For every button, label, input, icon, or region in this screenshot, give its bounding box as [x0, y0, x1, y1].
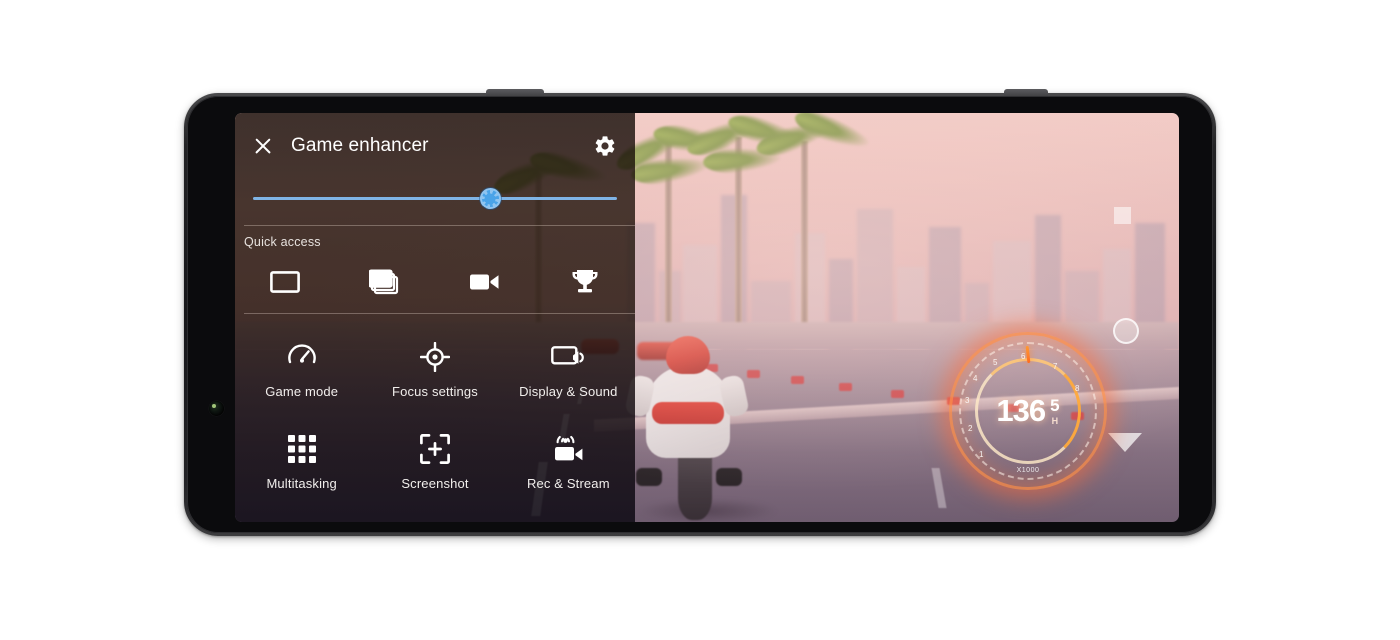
gear-indicator: 5 H: [1050, 397, 1059, 426]
menu-item-multitasking[interactable]: Multitasking: [235, 417, 368, 509]
menu-label: Screenshot: [401, 475, 469, 491]
barrier-post: [839, 383, 852, 391]
phone-bezel: 1 2 3 4 5 6 7 8 136 5 H X1000 Game enhan…: [187, 96, 1213, 533]
rpm-tick: 4: [973, 374, 978, 383]
menu-label: Focus settings: [392, 384, 478, 400]
trophy-icon: [571, 269, 599, 295]
speedometer-hud: 1 2 3 4 5 6 7 8 136 5 H X1000: [949, 332, 1107, 490]
divider: [244, 225, 635, 226]
rpm-tick: 2: [968, 424, 973, 433]
menu-label: Display & Sound: [519, 384, 618, 400]
rpm-tick: 3: [965, 396, 970, 405]
screen-speaker-icon: [551, 342, 585, 372]
rpm-tick: 8: [1075, 384, 1080, 393]
menu-grid: Game mode Focus settings Display & Sound…: [235, 325, 635, 508]
quick-access-multi-window[interactable]: [335, 256, 435, 308]
panel-header: Game enhancer: [235, 125, 635, 167]
brightness-slider[interactable]: [253, 185, 617, 211]
page-title: Game enhancer: [291, 135, 429, 156]
triangle-down-icon[interactable]: [1108, 433, 1142, 452]
circle-button-icon[interactable]: [1113, 318, 1139, 344]
quick-access-achievements[interactable]: [535, 256, 635, 308]
divider: [244, 313, 635, 314]
quick-access-row: [235, 256, 635, 308]
menu-item-game-mode[interactable]: Game mode: [235, 325, 368, 417]
menu-item-display-sound[interactable]: Display & Sound: [502, 325, 635, 417]
barrier-post: [891, 390, 904, 398]
menu-label: Game mode: [265, 384, 339, 400]
speedometer-icon: [287, 342, 317, 372]
menu-label: Multitasking: [266, 475, 337, 491]
phone-screen: 1 2 3 4 5 6 7 8 136 5 H X1000 Game enhan…: [235, 113, 1179, 522]
game-enhancer-panel: Game enhancer Quick access Game mode Foc…: [235, 113, 635, 522]
quick-access-record[interactable]: [435, 256, 535, 308]
phone-device: 1 2 3 4 5 6 7 8 136 5 H X1000 Game enhan…: [184, 89, 1216, 536]
window-stack-icon: [369, 269, 401, 295]
rider-boot: [716, 468, 743, 486]
barrier-post: [791, 376, 804, 384]
quick-access-window-outline[interactable]: [235, 256, 335, 308]
menu-item-screenshot[interactable]: Screenshot: [368, 417, 501, 509]
broadcast-camera-icon: [551, 434, 585, 464]
crosshair-icon: [419, 342, 450, 373]
speed-value: 136: [996, 393, 1046, 428]
video-camera-icon: [470, 272, 500, 292]
rider-belt: [652, 402, 725, 424]
menu-label: Rec & Stream: [526, 475, 610, 491]
rider-helmet: [666, 336, 711, 374]
player-motorcycle: [624, 300, 779, 522]
speedo-center: 136 5 H: [983, 366, 1073, 456]
gear-icon[interactable]: [593, 134, 617, 158]
front-camera-icon: [209, 401, 224, 416]
crop-plus-icon: [420, 433, 450, 464]
rpm-tick: 6: [1021, 352, 1026, 361]
quick-access-label: Quick access: [244, 235, 321, 249]
menu-item-focus-settings[interactable]: Focus settings: [368, 325, 501, 417]
rider-boot: [636, 468, 663, 486]
slider-track[interactable]: [253, 197, 617, 200]
gear-unit: H: [1051, 415, 1059, 426]
brightness-sun-icon[interactable]: [479, 188, 501, 209]
palm-trunk: [801, 141, 808, 337]
screenshot-stage: 1 2 3 4 5 6 7 8 136 5 H X1000 Game enhan…: [0, 0, 1400, 640]
gear-value: 5: [1050, 395, 1060, 415]
square-icon: [1114, 207, 1131, 224]
rpm-label: X1000: [1016, 467, 1040, 474]
grid-dots-icon: [287, 434, 316, 464]
window-outline-icon: [270, 271, 300, 293]
menu-item-rec-stream[interactable]: Rec & Stream: [502, 417, 635, 509]
close-icon[interactable]: [249, 132, 277, 160]
